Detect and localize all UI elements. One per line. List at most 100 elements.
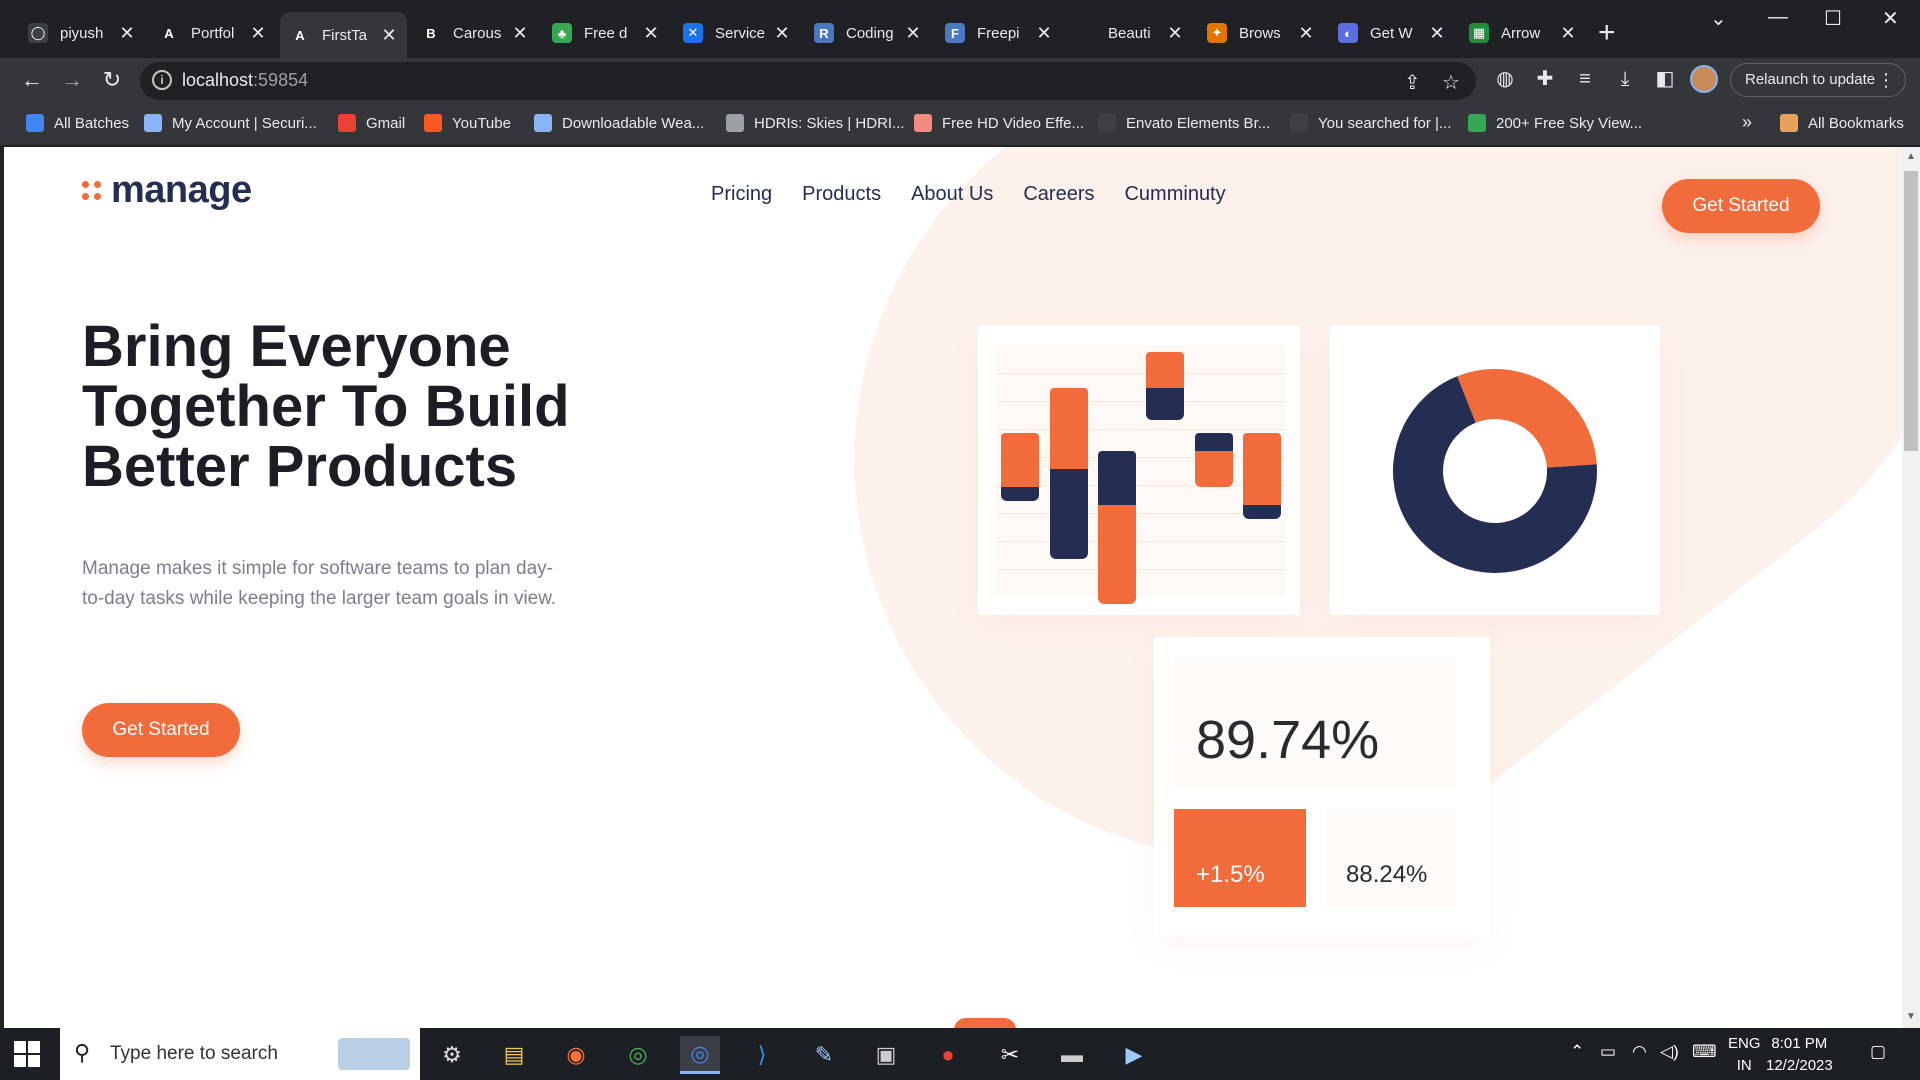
scroll-up-icon[interactable]: ▲: [1906, 151, 1916, 162]
settings-icon[interactable]: ⚙: [432, 1036, 472, 1074]
battery-icon[interactable]: ▭: [1600, 1042, 1616, 1062]
firefox-icon[interactable]: ◉: [556, 1036, 596, 1074]
clock[interactable]: 8:01 PM 12/2/2023: [1766, 1033, 1833, 1077]
photos-icon[interactable]: ▣: [866, 1036, 906, 1074]
new-tab-button[interactable]: +: [1598, 18, 1616, 48]
menu-dots-icon[interactable]: ⋮: [1877, 64, 1895, 96]
bookmark-item[interactable]: 200+ Free Sky View...: [1468, 114, 1642, 132]
close-tab-icon[interactable]: ✕: [379, 25, 399, 46]
close-tab-icon[interactable]: ✕: [1558, 23, 1578, 44]
bookmarks-overflow-icon[interactable]: »: [1742, 112, 1752, 133]
extension-globe-icon[interactable]: ◍: [1492, 66, 1518, 92]
bookmark-item[interactable]: You searched for |...: [1290, 114, 1451, 132]
logo[interactable]: manage: [82, 169, 252, 212]
volume-icon[interactable]: ◁): [1660, 1042, 1679, 1062]
tray-chevron-icon[interactable]: ⌃: [1570, 1042, 1584, 1062]
extensions-puzzle-icon[interactable]: ✚: [1532, 66, 1558, 92]
nav-careers[interactable]: Careers: [1023, 183, 1094, 206]
nav-community[interactable]: Cumminuty: [1124, 183, 1225, 206]
close-tab-icon[interactable]: ✕: [1296, 23, 1316, 44]
scroll-down-icon[interactable]: ▼: [1906, 1011, 1916, 1022]
browser-tab[interactable]: A FirstTa ✕: [280, 12, 407, 58]
keyboard-icon[interactable]: ⌨: [1692, 1042, 1717, 1062]
record-icon[interactable]: ●: [928, 1036, 968, 1074]
chrome-icon[interactable]: ◎: [680, 1036, 720, 1074]
share-icon[interactable]: ⇪: [1404, 70, 1421, 95]
capcut-icon[interactable]: ✂: [990, 1036, 1030, 1074]
close-tab-icon[interactable]: ✕: [1427, 23, 1447, 44]
file-explorer-icon[interactable]: ▤: [494, 1036, 534, 1074]
media-control-icon[interactable]: ≡: [1572, 66, 1598, 92]
close-tab-icon[interactable]: ✕: [772, 23, 792, 44]
notifications-icon[interactable]: ▢: [1870, 1042, 1886, 1062]
chrome-dev-icon[interactable]: ◎: [618, 1036, 658, 1074]
address-bar[interactable]: i localhost:59854 ⇪ ☆: [140, 62, 1476, 100]
site-info-icon[interactable]: i: [152, 70, 172, 90]
bookmark-item[interactable]: Downloadable Wea...: [534, 114, 704, 132]
side-panel-icon[interactable]: ◧: [1652, 66, 1678, 92]
nav-about-us[interactable]: About Us: [911, 183, 993, 206]
bookmark-item[interactable]: Free HD Video Effe...: [914, 114, 1084, 132]
nav-products[interactable]: Products: [802, 183, 881, 206]
browser-tab[interactable]: Beauti ✕: [1066, 16, 1193, 50]
browser-tab[interactable]: ♣ Free d ✕: [542, 16, 669, 50]
browser-tab[interactable]: A Portfol ✕: [149, 16, 276, 50]
close-tab-icon[interactable]: ✕: [1165, 23, 1185, 44]
language-indicator[interactable]: ENG IN: [1728, 1033, 1761, 1077]
forward-icon[interactable]: →: [58, 66, 86, 94]
grid-line: [996, 569, 1286, 570]
windows-start-icon[interactable]: [14, 1041, 40, 1067]
browser-tab[interactable]: ✕ Service ✕: [673, 16, 800, 50]
get-started-button-hero[interactable]: Get Started: [82, 703, 240, 757]
url-host: localhost: [182, 70, 254, 90]
bookmark-item[interactable]: YouTube: [424, 114, 511, 132]
downloads-icon[interactable]: ⤓: [1612, 66, 1638, 92]
browser-tab[interactable]: ▦ Arrow ✕: [1459, 16, 1586, 50]
close-tab-icon[interactable]: ✕: [903, 23, 923, 44]
browser-tab[interactable]: ✦ Brows ✕: [1197, 16, 1324, 50]
minimize-icon[interactable]: —: [1768, 6, 1788, 29]
bookmark-item[interactable]: My Account | Securi...: [144, 114, 317, 132]
back-icon[interactable]: ←: [18, 66, 46, 94]
vscode-icon[interactable]: ⟩: [742, 1036, 782, 1074]
relaunch-button[interactable]: Relaunch to update ⋮: [1730, 63, 1906, 97]
tab-search-icon[interactable]: ⌄: [1710, 6, 1727, 31]
scroll-thumb[interactable]: [1904, 171, 1918, 451]
taskbar-search[interactable]: ⚲ Type here to search: [60, 1028, 420, 1080]
browser-tab[interactable]: F Freepi ✕: [935, 16, 1062, 50]
github-icon: ◯: [28, 23, 48, 43]
browser-tab[interactable]: B Carous ✕: [411, 16, 538, 50]
close-tab-icon[interactable]: ✕: [1034, 23, 1054, 44]
search-highlight-image: [338, 1038, 410, 1070]
notepad-icon[interactable]: ✎: [804, 1036, 844, 1074]
browser-tab[interactable]: ◐ Get W ✕: [1328, 16, 1455, 50]
close-tab-icon[interactable]: ✕: [117, 23, 137, 44]
video-editor-icon[interactable]: ▶: [1114, 1036, 1154, 1074]
bookmark-item[interactable]: Envato Elements Br...: [1098, 114, 1270, 132]
close-tab-icon[interactable]: ✕: [248, 23, 268, 44]
bookmark-item[interactable]: HDRIs: Skies | HDRI...: [726, 114, 905, 132]
nav-pricing[interactable]: Pricing: [711, 183, 772, 206]
folder-icon: [1780, 114, 1798, 132]
grid-line: [996, 429, 1286, 430]
close-tab-icon[interactable]: ✕: [510, 23, 530, 44]
bookmark-label: All Batches: [54, 114, 130, 132]
terminal-icon[interactable]: ▬: [1052, 1036, 1092, 1074]
reload-icon[interactable]: ↻: [98, 66, 126, 94]
url-text[interactable]: localhost:59854: [182, 70, 308, 91]
browser-tab[interactable]: ◯ piyush ✕: [18, 16, 145, 50]
bookmark-item[interactable]: Gmail: [338, 114, 405, 132]
bookmark-item[interactable]: All Batches: [26, 114, 129, 132]
page-scrollbar[interactable]: ▲ ▼: [1902, 147, 1920, 1028]
get-started-button-top[interactable]: Get Started: [1662, 179, 1820, 233]
wifi-icon[interactable]: ◠: [1632, 1042, 1647, 1062]
maximize-icon[interactable]: ☐: [1824, 6, 1842, 31]
bookmark-label: Free HD Video Effe...: [942, 114, 1085, 132]
browser-tab[interactable]: R Coding ✕: [804, 16, 931, 50]
bookmark-star-icon[interactable]: ☆: [1442, 70, 1460, 95]
all-bookmarks-button[interactable]: All Bookmarks: [1780, 114, 1904, 132]
close-window-icon[interactable]: ✕: [1882, 6, 1899, 31]
profile-avatar[interactable]: [1690, 65, 1718, 93]
close-tab-icon[interactable]: ✕: [641, 23, 661, 44]
search-site-icon: [1290, 114, 1308, 132]
